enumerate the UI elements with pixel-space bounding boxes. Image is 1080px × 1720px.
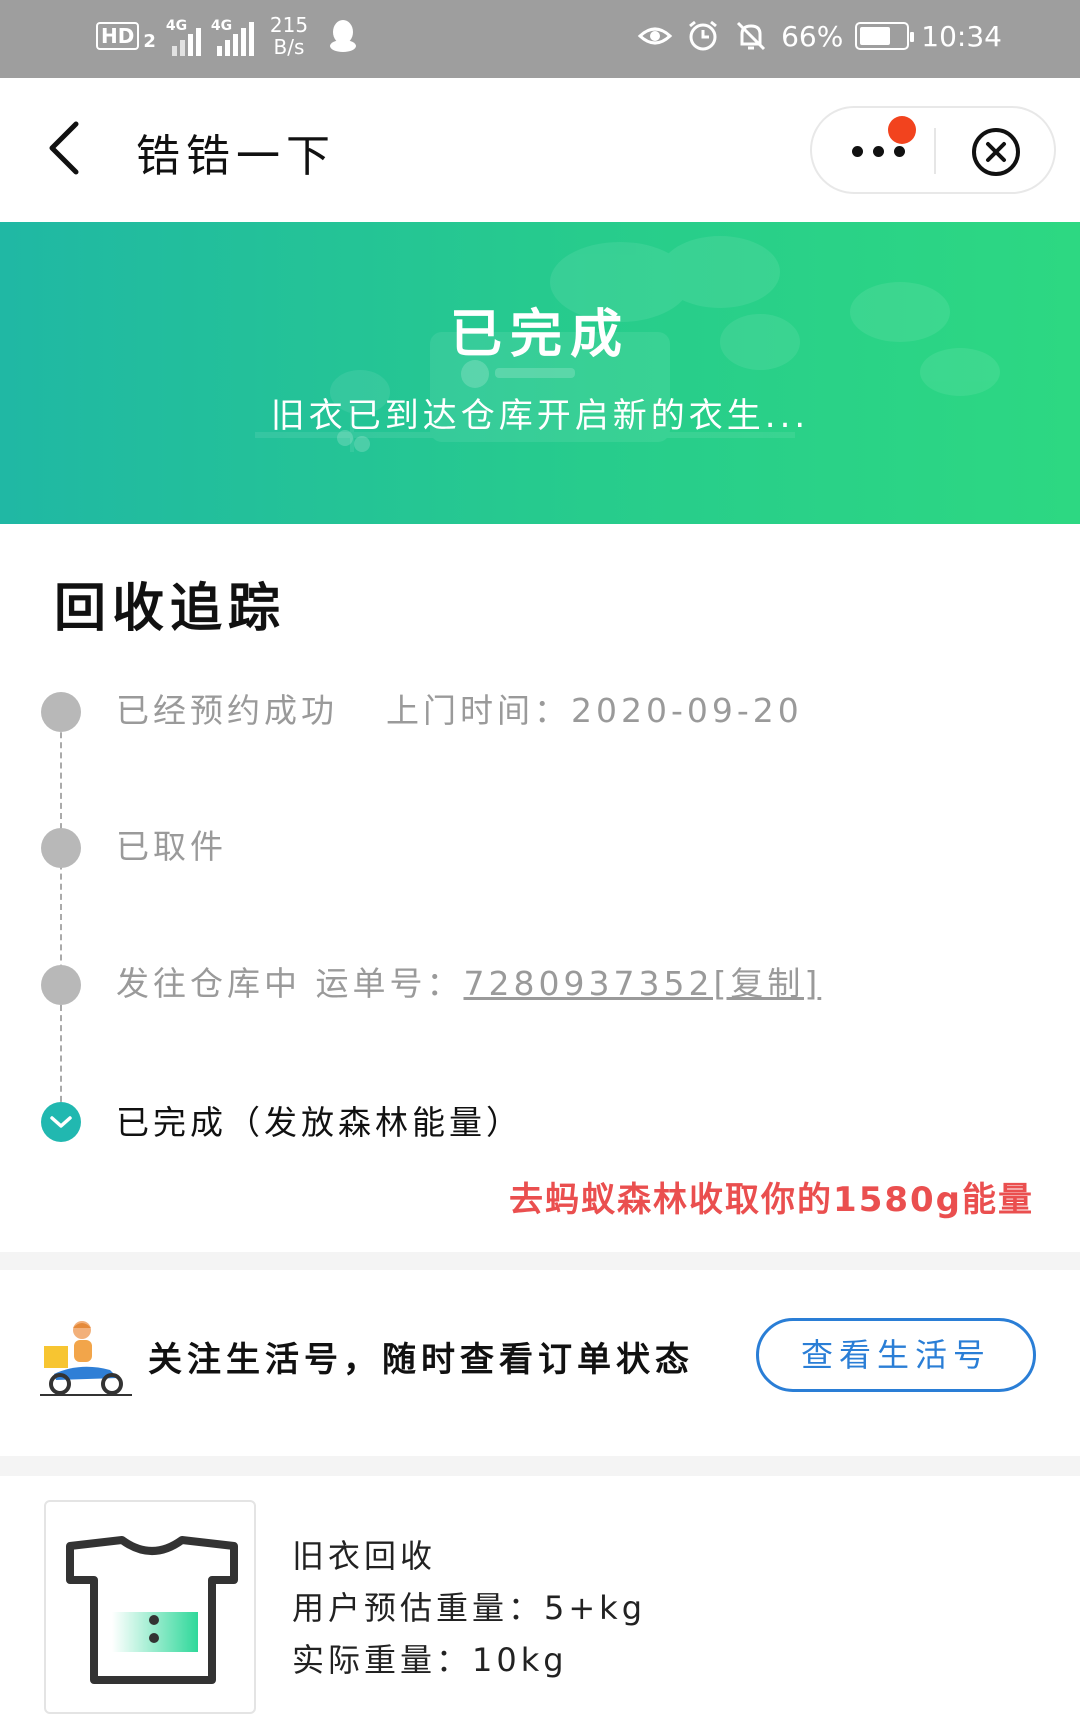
step-label: 已经预约成功: [116, 691, 338, 730]
timeline-step-picked: 已取件: [116, 827, 227, 866]
eye-icon: [637, 27, 673, 45]
nav-bar: 锆锆一下: [0, 78, 1080, 222]
item-name: 旧衣回收: [292, 1537, 437, 1575]
network-speed: 215 B/s: [270, 14, 308, 58]
item-image: [44, 1500, 256, 1714]
visit-time: 上门时间：2020-09-20: [386, 691, 803, 730]
capsule-divider: [934, 128, 936, 174]
waybill-copy-link[interactable]: 7280937352[复制]: [464, 964, 822, 1003]
alarm-icon: [689, 20, 717, 51]
back-icon[interactable]: [44, 118, 84, 178]
timeline-dot: [41, 965, 81, 1005]
timeline-done-dot: [41, 1102, 81, 1142]
timeline-step-booked: 已经预约成功 上门时间：2020-09-20: [116, 684, 803, 732]
banner-title: 已完成: [449, 305, 630, 365]
timeline-dot: [41, 828, 81, 868]
mini-program-capsule: [810, 106, 1056, 194]
signal-icon: 4G: [166, 16, 201, 56]
follow-card: 关注生活号，随时查看订单状态 查看生活号: [0, 1270, 1080, 1456]
actual-weight: 实际重量：10kg: [292, 1641, 568, 1679]
speed-value: 215: [269, 13, 309, 37]
notification-dot: [888, 116, 916, 144]
banner-decoration: [255, 236, 1000, 452]
waybill-label: 运单号：: [315, 964, 464, 1003]
timeline-step-shipping: 发往仓库中 运单号：7280937352[复制]: [116, 957, 821, 1005]
step-label: 发往仓库中: [116, 964, 301, 1003]
mute-icon: [737, 21, 766, 51]
network-label: 4G: [165, 18, 188, 34]
clock: 10:34: [921, 19, 1002, 53]
network-label: 4G: [210, 18, 233, 34]
estimated-weight: 用户预估重量：5+kg: [292, 1589, 647, 1627]
follow-text: 关注生活号，随时查看订单状态: [148, 1340, 694, 1380]
signal-icon: 4G: [211, 16, 254, 56]
delivery-rider-icon: [40, 1321, 132, 1396]
close-icon[interactable]: [970, 126, 1022, 178]
tracking-title: 回收追踪: [54, 579, 287, 639]
speed-unit: B/s: [273, 35, 305, 59]
check-icon: [50, 1116, 72, 1128]
energy-link[interactable]: 去蚂蚁森林收取你的1580g能量: [509, 1172, 1034, 1221]
hd-sim-number: 2: [143, 30, 156, 52]
tshirt-icon: [66, 1536, 238, 1684]
item-info: 旧衣回收 用户预估重量：5+kg 实际重量：10kg: [292, 1530, 646, 1686]
section-divider: [0, 1456, 1080, 1476]
timeline-step-completed: 已完成（发放森林能量）: [116, 1103, 523, 1142]
section-divider: [0, 1252, 1080, 1270]
banner-subtitle: 旧衣已到达仓库开启新的衣生...: [270, 396, 810, 436]
timeline-dot: [41, 692, 81, 732]
more-icon[interactable]: [852, 146, 905, 157]
battery-icon: [855, 22, 915, 50]
qq-icon: [330, 20, 357, 52]
timeline-line: [60, 712, 62, 1112]
view-life-account-button[interactable]: 查看生活号: [756, 1318, 1036, 1392]
status-banner: 已完成 旧衣已到达仓库开启新的衣生...: [0, 222, 1080, 524]
hd-indicator: HD: [96, 22, 140, 50]
battery-percent: 66%: [781, 19, 844, 53]
status-bar: HD 2 4G 4G 215 B/s 66% 10:34: [0, 0, 1080, 78]
page-title: 锆锆一下: [136, 131, 336, 182]
